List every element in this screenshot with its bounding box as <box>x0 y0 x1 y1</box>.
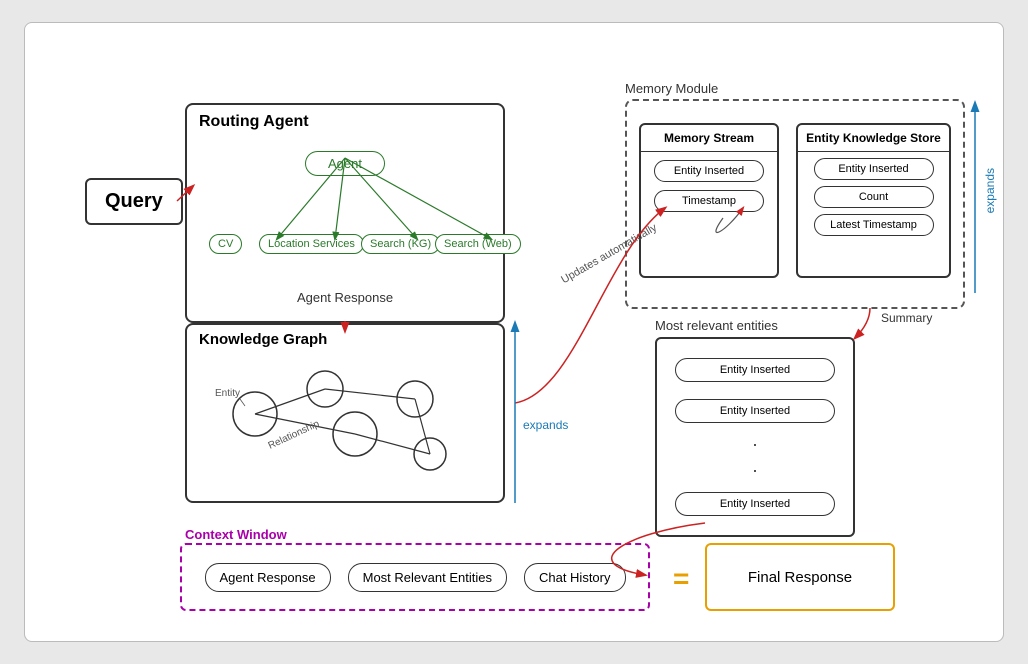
search-kg-button: Search (KG) <box>361 234 440 254</box>
summary-label: Summary <box>881 311 932 325</box>
memory-stream-box: Memory Stream Entity Inserted Timestamp <box>639 123 779 278</box>
kg-title: Knowledge Graph <box>187 325 503 354</box>
routing-agent-title: Routing Agent <box>187 105 503 139</box>
most-relevant-box: Entity Inserted Entity Inserted · · Enti… <box>655 337 855 537</box>
agent-button: Agent <box>305 151 385 176</box>
final-response-label: Final Response <box>748 569 852 586</box>
context-window-label: Context Window <box>185 527 287 542</box>
kg-diagram: Entity Relationship <box>187 354 503 494</box>
most-relevant-label: Most relevant entities <box>655 318 778 333</box>
equals-sign: = <box>673 563 689 595</box>
mre-item-3: Entity Inserted <box>675 492 835 516</box>
mre-dot-2: · <box>752 466 758 475</box>
query-box: Query <box>85 178 183 225</box>
memory-module-label: Memory Module <box>625 81 718 96</box>
memory-module-box: Memory Stream Entity Inserted Timestamp … <box>625 99 965 309</box>
ms-timestamp: Timestamp <box>654 190 764 212</box>
final-response-box: Final Response <box>705 543 895 611</box>
ms-entity-inserted: Entity Inserted <box>654 160 764 182</box>
eks-entity-inserted: Entity Inserted <box>814 158 934 180</box>
mre-item-1: Entity Inserted <box>675 358 835 382</box>
cw-agent-response: Agent Response <box>205 563 331 592</box>
agent-inner: Agent CV Location Services Search (KG) S… <box>187 139 503 315</box>
expands-bottom-label: expands <box>523 418 568 432</box>
svg-text:Entity: Entity <box>215 388 240 399</box>
eks-latest-timestamp: Latest Timestamp <box>814 214 934 236</box>
knowledge-graph-box: Knowledge Graph Entity Relat <box>185 323 505 503</box>
cw-chat-history: Chat History <box>524 563 626 592</box>
eks-title: Entity Knowledge Store <box>798 125 949 152</box>
mre-dot-1: · <box>752 440 758 449</box>
entity-knowledge-store-box: Entity Knowledge Store Entity Inserted C… <box>796 123 951 278</box>
cw-most-relevant: Most Relevant Entities <box>348 563 507 592</box>
query-label: Query <box>105 190 163 212</box>
eks-count: Count <box>814 186 934 208</box>
cv-button: CV <box>209 234 242 254</box>
agent-response-label: Agent Response <box>297 290 393 305</box>
routing-agent-box: Routing Agent Agent CV Location Services… <box>185 103 505 323</box>
memory-stream-title: Memory Stream <box>641 125 777 152</box>
expands-right-label: expands <box>983 168 997 213</box>
context-window-box: Agent Response Most Relevant Entities Ch… <box>180 543 650 611</box>
mre-item-2: Entity Inserted <box>675 399 835 423</box>
search-web-button: Search (Web) <box>435 234 521 254</box>
location-services-button: Location Services <box>259 234 364 254</box>
